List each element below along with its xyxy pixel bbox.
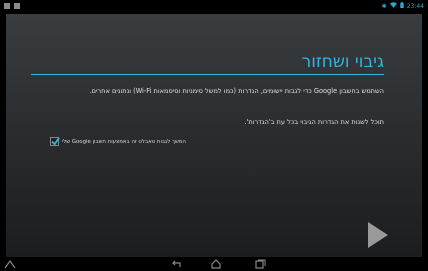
check-icon [51, 137, 60, 146]
navigation-bar [0, 257, 428, 271]
status-indicators: ✱ 23:44 [382, 2, 424, 10]
battery-icon [399, 2, 404, 10]
screenshot-icon [14, 3, 20, 9]
next-button[interactable] [366, 220, 390, 250]
backup-description: השתמש בחשבון Google כדי לגבות יישומים, ה… [89, 87, 384, 95]
play-arrow-icon [368, 222, 388, 248]
notification-icon [4, 3, 10, 9]
backup-option[interactable]: המשך לגבות טאבלט זה באמצעות חשבון Google… [50, 137, 186, 146]
settings-note: תוכל לשנות את הגדרות הגיבוי בכל עת ב'הגד… [244, 118, 384, 126]
notification-icons [4, 3, 20, 9]
home-button-icon[interactable] [210, 259, 222, 269]
setup-screen: גיבוי ושחזור השתמש בחשבון Google כדי לגב… [6, 14, 422, 257]
title-divider [31, 74, 384, 75]
status-bar: ✱ 23:44 [0, 0, 428, 14]
recent-apps-icon[interactable] [254, 259, 266, 269]
wifi-icon [389, 2, 397, 10]
status-time: 23:44 [406, 2, 424, 10]
back-icon[interactable] [170, 259, 182, 269]
page-title: גיבוי ושחזור [301, 52, 384, 72]
bluetooth-icon: ✱ [381, 2, 387, 10]
backup-checkbox[interactable] [50, 137, 60, 146]
home-icon[interactable] [4, 259, 16, 269]
backup-checkbox-label[interactable]: המשך לגבות טאבלט זה באמצעות חשבון Google… [62, 139, 186, 145]
